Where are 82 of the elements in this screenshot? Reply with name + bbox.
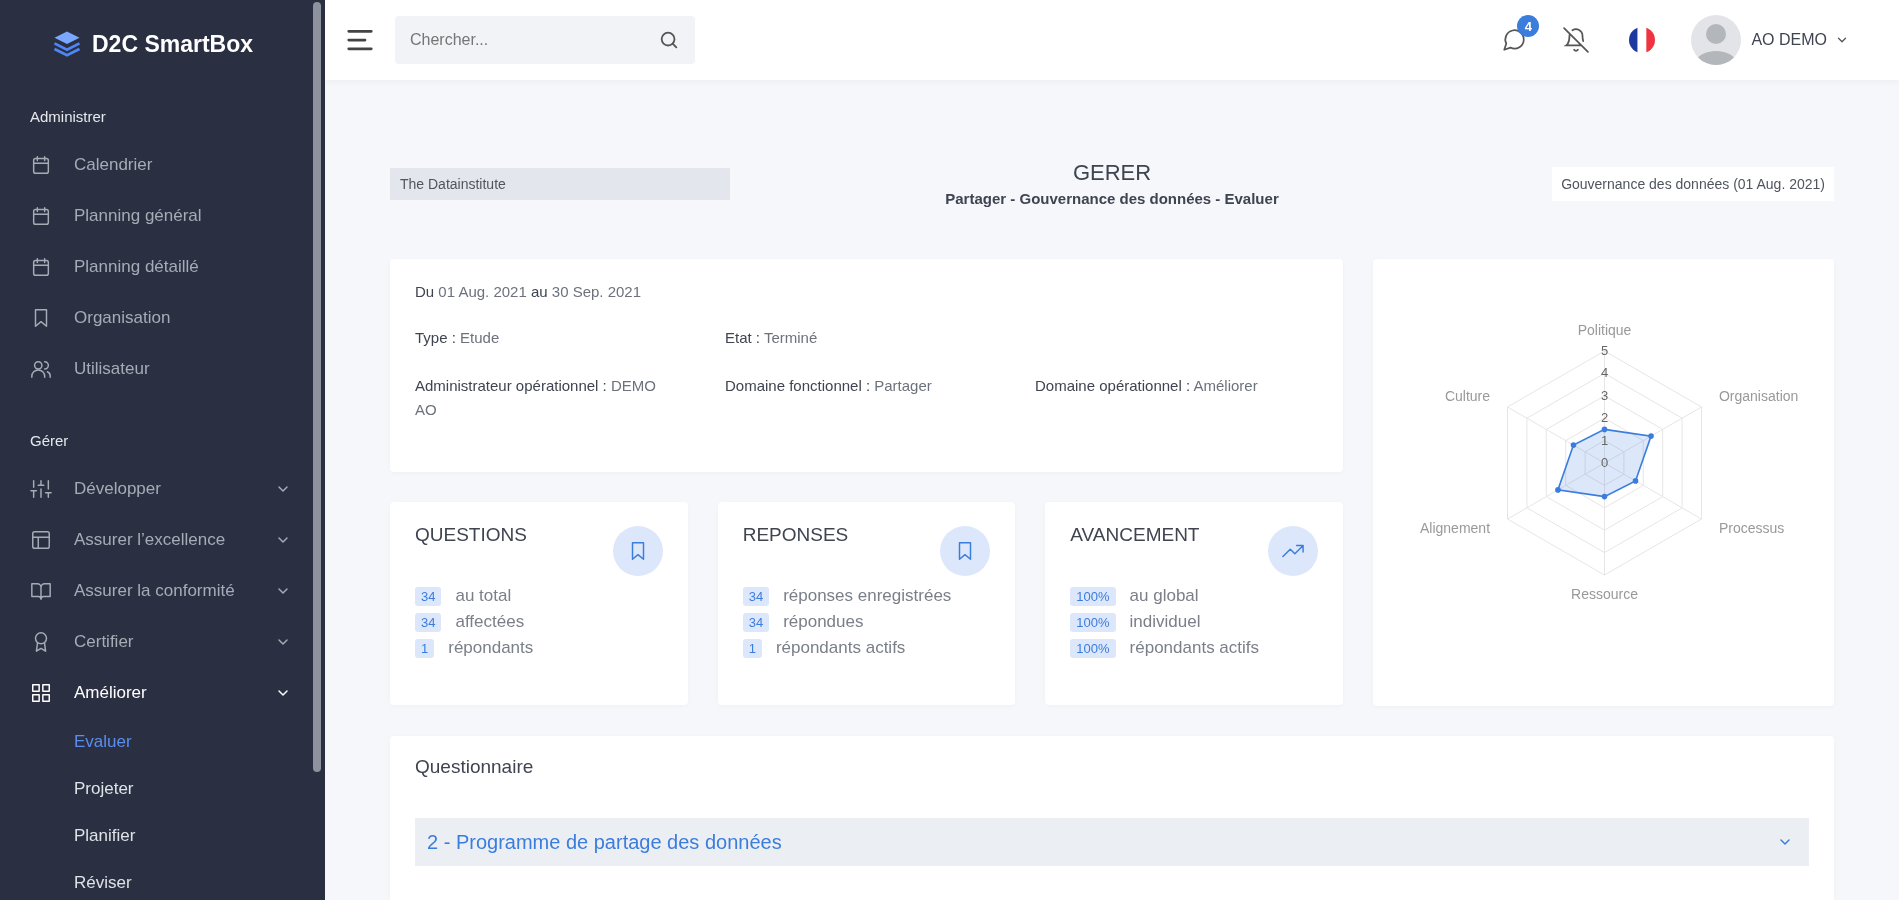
user-name[interactable]: AO DEMO: [1751, 31, 1827, 49]
scrollbar[interactable]: [313, 2, 321, 772]
accordion-header[interactable]: 2 - Programme de partage des données: [415, 818, 1809, 866]
sidebar-section-title: Gérer: [29, 432, 70, 449]
page-title: GERER: [1072, 160, 1152, 186]
count-badge: 34: [742, 586, 770, 606]
data-point: [1601, 426, 1608, 433]
axis-tick-label: 3: [1600, 387, 1609, 403]
axis-category-label: Culture: [1444, 387, 1491, 404]
count-badge: 34: [415, 612, 442, 632]
sidebar-section-title: Administrer: [29, 108, 107, 125]
sidebar-subitem[interactable]: Evaluer: [0, 718, 325, 765]
axis-category-label: Politique: [1577, 321, 1632, 338]
calendar-icon: [30, 255, 52, 278]
data-point: [1570, 442, 1577, 448]
axis-category-label: Ressource: [1571, 586, 1638, 603]
stat-title: AVANCEMENT: [1070, 524, 1201, 546]
calendar-icon: [30, 204, 52, 227]
axis-tick-label: 4: [1600, 365, 1609, 381]
stat-label: répondants actifs: [775, 638, 906, 658]
layout-icon: [30, 528, 52, 551]
count-badge: 34: [415, 586, 442, 606]
app-logo-text: D2C SmartBox: [92, 30, 254, 58]
data-point: [1648, 433, 1654, 439]
stat-label: au total: [455, 586, 512, 606]
page-subtitle: Partager - Gouvernance des données - Evaluer: [945, 190, 1279, 207]
sidebar-item[interactable]: Certifier: [0, 616, 325, 667]
assessment-select[interactable]: Gouvernance des données (01 Aug. 2021): [1552, 166, 1834, 201]
axis-tick-label: 5: [1600, 343, 1609, 358]
count-badge: 1: [415, 638, 435, 658]
sidebar-item[interactable]: Planning général: [0, 190, 325, 241]
stat-label: individuel: [1129, 612, 1201, 632]
data-point: [1555, 487, 1561, 493]
card-title: Questionnaire: [415, 756, 535, 778]
info-field: Domaine fonctionnel : Partager: [725, 374, 1035, 422]
sidebar-subitem[interactable]: Planifier: [0, 812, 325, 859]
stat-label: réponses enregistrées: [783, 586, 952, 606]
axis-category-label: Processus: [1718, 520, 1785, 537]
axis-category-label: Alignement: [1420, 520, 1491, 537]
organization-field[interactable]: The Datainstitute: [390, 167, 730, 200]
info-field: Type : Etude: [415, 326, 725, 350]
french-flag-icon[interactable]: [1629, 27, 1656, 53]
sidebar-item[interactable]: Planning détaillé: [0, 241, 325, 292]
count-badge: 34: [742, 612, 770, 632]
sidebar-subitem[interactable]: Projeter: [0, 765, 325, 812]
info-field: Etat : Terminé: [725, 326, 1035, 350]
sidebar-item[interactable]: Calendrier: [0, 139, 325, 190]
search-icon[interactable]: [658, 29, 680, 51]
sidebar-item[interactable]: Organisation: [0, 292, 325, 343]
stat-label: au global: [1129, 586, 1199, 606]
search-field[interactable]: Chercher...: [395, 16, 695, 64]
grid-icon: [30, 681, 52, 704]
calendar-icon: [30, 153, 52, 176]
sidebar-item[interactable]: Assurer la conformité: [0, 565, 325, 616]
stat-label: répondants: [448, 638, 534, 658]
info-field: Administrateur opérationnel : DEMO AO: [415, 374, 725, 422]
stat-label: affectées: [455, 612, 525, 632]
stat-label: répondues: [783, 612, 864, 632]
sidebar-item[interactable]: Développer: [0, 463, 325, 514]
count-badge: 100%: [1070, 612, 1116, 632]
count-badge: 100%: [1070, 586, 1116, 606]
stat-title: QUESTIONS: [415, 524, 528, 546]
axis-tick-label: 2: [1600, 410, 1609, 426]
bell-off-icon[interactable]: [1563, 27, 1590, 53]
period-text: Du 01 Aug. 2021 au 30 Sep. 2021: [415, 283, 643, 300]
notification-badge: 4: [1517, 15, 1540, 37]
count-badge: 100%: [1070, 638, 1116, 658]
sidebar-subitem[interactable]: Réviser: [0, 859, 325, 900]
layers-icon: [52, 29, 82, 59]
sliders-icon: [30, 477, 52, 500]
stat-title: REPONSES: [742, 524, 850, 546]
info-field: Domaine opérationnel : Améliorer: [1035, 374, 1318, 422]
axis-tick-label: 0: [1600, 455, 1609, 470]
sidebar-item[interactable]: Assurer l’excellence: [0, 514, 325, 565]
stat-label: répondants actifs: [1129, 638, 1260, 658]
count-badge: 1: [742, 638, 762, 658]
sidebar-item[interactable]: Améliorer: [0, 667, 325, 718]
sidebar-item[interactable]: Utilisateur: [0, 343, 325, 394]
data-point: [1632, 478, 1639, 484]
data-point: [1601, 493, 1608, 500]
axis-tick-label: 1: [1600, 432, 1609, 448]
axis-category-label: Organisation: [1718, 387, 1799, 404]
